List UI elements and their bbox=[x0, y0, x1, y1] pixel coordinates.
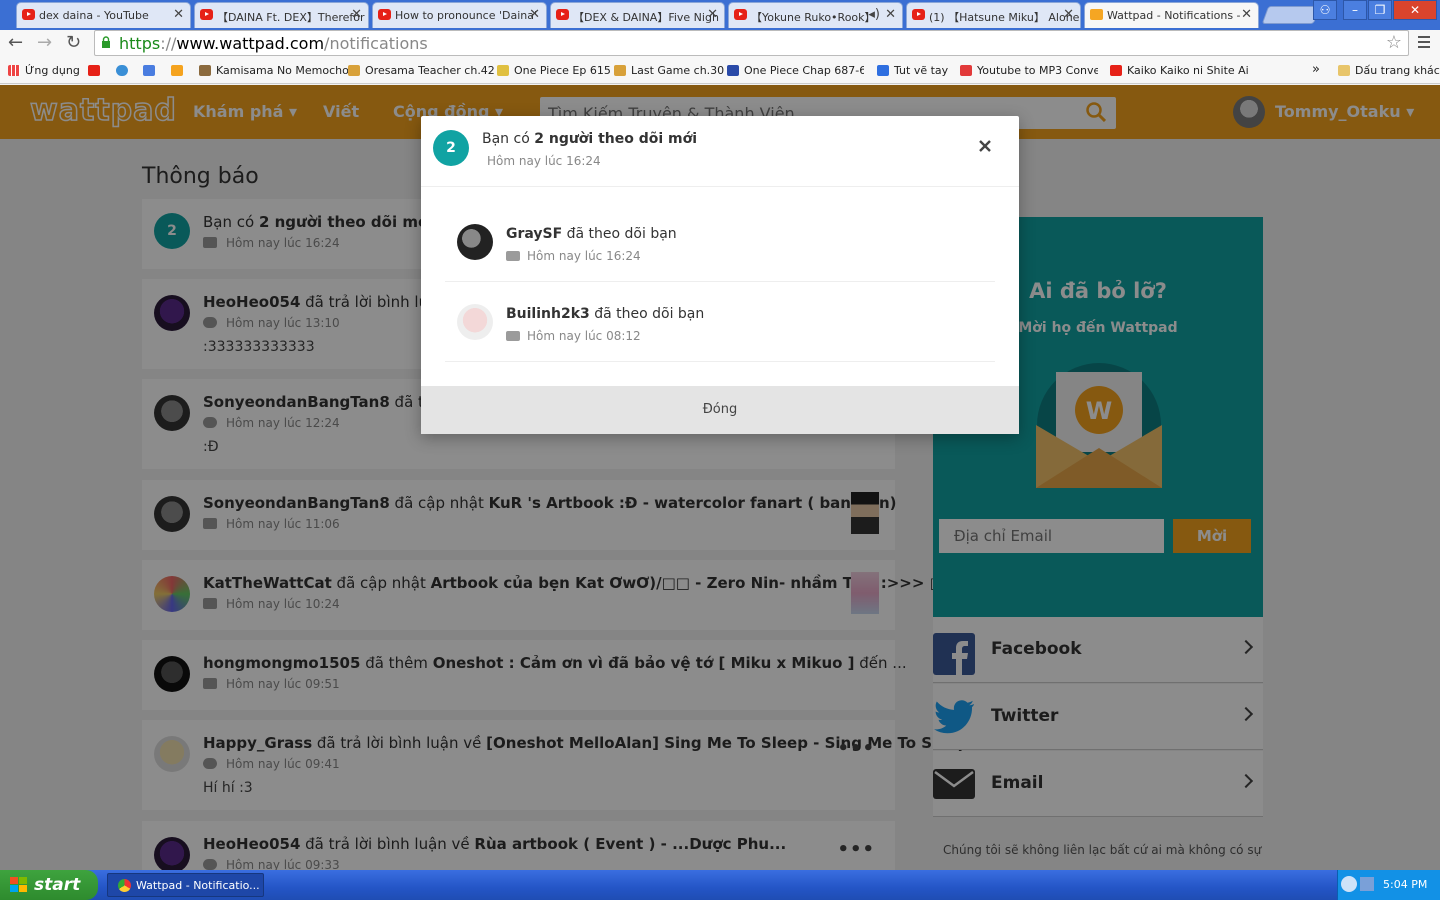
follower-time: Hôm nay lúc 08:12 bbox=[506, 329, 641, 343]
bookmark-star-icon[interactable]: ☆ bbox=[1386, 32, 1402, 53]
close-tab-icon[interactable]: ✕ bbox=[707, 7, 718, 22]
youtube-icon bbox=[1110, 65, 1122, 76]
browser-tab-active[interactable]: Wattpad - Notifications - ✕ bbox=[1084, 2, 1259, 28]
follower-time: Hôm nay lúc 16:24 bbox=[506, 249, 641, 263]
youtube-icon bbox=[88, 65, 100, 76]
clock: 5:04 PM bbox=[1383, 878, 1428, 891]
taskbar-app-chrome[interactable]: Wattpad - Notificatio... bbox=[107, 873, 264, 897]
close-tab-icon[interactable]: ✕ bbox=[885, 7, 896, 22]
forward-icon[interactable]: → bbox=[37, 34, 52, 52]
bookmark-item[interactable]: Kamisama No Memochou bbox=[199, 64, 356, 77]
browser-tab-strip: dex daina - YouTube ✕ 【DAINA Ft. DEX】The… bbox=[0, 0, 1440, 30]
bookmark-item[interactable]: Kaiko Kaiko ni Shite Ai Ga bbox=[1110, 64, 1248, 77]
windows-taskbar: start Wattpad - Notificatio... 5:04 PM bbox=[0, 870, 1440, 900]
manga-icon bbox=[614, 65, 626, 76]
close-window-button[interactable]: ✕ bbox=[1393, 0, 1437, 20]
url-text: https://www.wattpad.com/notifications bbox=[119, 34, 428, 53]
wattpad-icon bbox=[171, 65, 183, 76]
close-tab-icon[interactable]: ✕ bbox=[529, 7, 540, 22]
bookmark-item[interactable]: Last Game ch.30 bbox=[614, 64, 724, 77]
avatar[interactable] bbox=[457, 304, 493, 340]
modal-title: Bạn có 2 người theo dõi mới bbox=[482, 131, 698, 147]
new-followers-modal: 2 Bạn có 2 người theo dõi mới Hôm nay lú… bbox=[421, 116, 1019, 434]
site-icon bbox=[727, 65, 739, 76]
bookmark-youtube[interactable] bbox=[88, 64, 105, 77]
close-tab-icon[interactable]: ✕ bbox=[1063, 7, 1074, 22]
address-bar[interactable]: https://www.wattpad.com/notifications ☆ bbox=[94, 30, 1409, 56]
close-tab-icon[interactable]: ✕ bbox=[173, 7, 184, 22]
close-tab-icon[interactable]: ✕ bbox=[351, 7, 362, 22]
tray-icon[interactable] bbox=[1341, 876, 1357, 892]
follower-icon bbox=[506, 331, 520, 341]
bookmark-apps[interactable]: Ứng dụng bbox=[8, 64, 80, 77]
browser-tab[interactable]: (1) 【Hatsune Miku】 Alone ✕ bbox=[906, 2, 1081, 28]
browser-tab[interactable]: 【DEX & DAINA】Five Nigh ✕ bbox=[550, 2, 725, 28]
apps-grid-icon bbox=[8, 65, 20, 76]
youtube-icon bbox=[378, 9, 391, 20]
youtube-icon bbox=[912, 9, 925, 20]
chrome-icon bbox=[118, 879, 131, 892]
divider bbox=[421, 186, 1019, 187]
browser-tab[interactable]: dex daina - YouTube ✕ bbox=[16, 2, 191, 28]
manga-icon bbox=[497, 65, 509, 76]
manga-icon bbox=[199, 65, 211, 76]
windows-flag-icon bbox=[10, 877, 27, 892]
browser-tab[interactable]: How to pronounce 'Daina' ✕ bbox=[372, 2, 547, 28]
youtube-icon bbox=[200, 9, 213, 20]
close-icon[interactable] bbox=[977, 138, 993, 154]
bookmark-item[interactable]: Tut vẽ tay bbox=[877, 64, 948, 77]
bookmark-item[interactable]: Youtube to MP3 Convert bbox=[960, 64, 1098, 77]
follower-text: GraySF đã theo dõi bạn bbox=[506, 226, 677, 242]
bookmark-item[interactable]: One Piece Ep 615 bbox=[497, 64, 611, 77]
folder-icon bbox=[1338, 65, 1350, 76]
user-icon[interactable]: ⚇ bbox=[1313, 0, 1337, 20]
browser-tab[interactable]: 【Yokune Ruko•Rook】 ◂) ✕ bbox=[728, 2, 903, 28]
site-icon bbox=[960, 65, 972, 76]
translate-icon bbox=[143, 65, 155, 76]
follower-text: Builinh2k3 đã theo dõi bạn bbox=[506, 306, 705, 322]
lock-icon bbox=[102, 36, 110, 48]
start-button[interactable]: start bbox=[0, 870, 98, 900]
bookmarks-bar: Ứng dụng Kamisama No Memochou Oresama Te… bbox=[0, 58, 1440, 84]
follower-item[interactable]: GraySF đã theo dõi bạn Hôm nay lúc 16:24 bbox=[445, 202, 995, 282]
bookmark-translate[interactable] bbox=[143, 64, 160, 77]
manga-icon bbox=[348, 65, 360, 76]
youtube-icon bbox=[734, 9, 747, 20]
follower-item[interactable]: Builinh2k3 đã theo dõi bạn Hôm nay lúc 0… bbox=[445, 282, 995, 362]
back-icon[interactable]: ← bbox=[8, 34, 23, 52]
site-icon bbox=[877, 65, 889, 76]
bookmark-item[interactable]: Oresama Teacher ch.42 bbox=[348, 64, 495, 77]
modal-time: Hôm nay lúc 16:24 bbox=[487, 154, 601, 168]
close-tab-icon[interactable]: ✕ bbox=[1241, 7, 1252, 22]
bookmark-folder-other[interactable]: Dấu trang khác bbox=[1338, 64, 1440, 77]
follower-icon bbox=[506, 251, 520, 261]
chrome-menu-icon[interactable] bbox=[1418, 36, 1430, 48]
youtube-icon bbox=[556, 9, 569, 20]
count-badge: 2 bbox=[433, 130, 469, 166]
youtube-icon bbox=[22, 9, 35, 20]
wattpad-icon bbox=[1090, 9, 1103, 20]
maximize-button[interactable]: ❐ bbox=[1368, 0, 1392, 20]
bookmark-icon-item[interactable] bbox=[116, 64, 133, 77]
bookmark-wattpad[interactable] bbox=[171, 64, 188, 77]
speaker-icon: ◂) bbox=[868, 7, 880, 22]
reload-icon[interactable]: ↻ bbox=[66, 34, 81, 52]
minimize-button[interactable]: – bbox=[1343, 0, 1367, 20]
avatar[interactable] bbox=[457, 224, 493, 260]
link-icon bbox=[116, 65, 128, 76]
network-icon[interactable] bbox=[1360, 877, 1374, 891]
close-button[interactable]: Đóng bbox=[421, 386, 1019, 434]
browser-tab[interactable]: 【DAINA Ft. DEX】Therefor ✕ bbox=[194, 2, 369, 28]
bookmarks-overflow[interactable]: » bbox=[1312, 62, 1320, 77]
bookmark-item[interactable]: One Piece Chap 687-688 bbox=[727, 64, 864, 77]
new-tab-button[interactable] bbox=[1261, 6, 1321, 24]
